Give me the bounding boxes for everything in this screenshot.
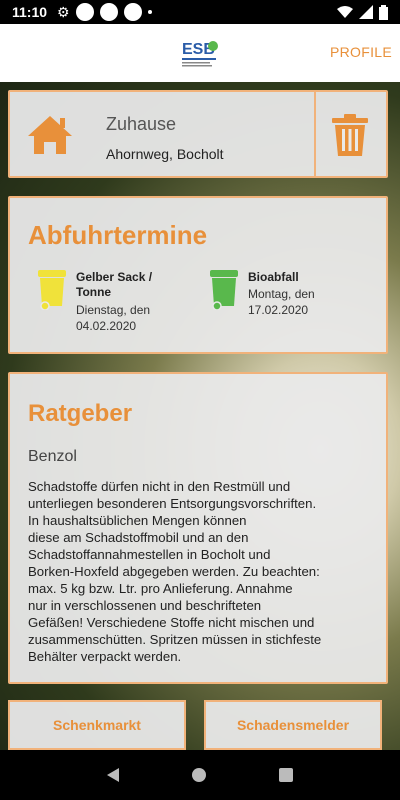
navigation-bar	[0, 750, 400, 800]
schadensmelder-button[interactable]: Schadensmelder	[204, 700, 382, 750]
address-street: Ahornweg, Bocholt	[106, 146, 224, 162]
green-bin-icon	[210, 270, 238, 310]
schenkmarkt-button[interactable]: Schenkmarkt	[8, 700, 186, 750]
signal-icon	[359, 5, 373, 19]
app-bar: ESB PROFILE	[0, 24, 400, 82]
status-bar: 11:10 ⚙	[0, 0, 400, 24]
home-nav-icon[interactable]	[191, 768, 206, 782]
settings-icon: ⚙	[57, 3, 70, 20]
esb-logo: ESB	[180, 36, 220, 70]
pickup-title: Abfuhrtermine	[28, 220, 208, 250]
notification-icon	[123, 3, 142, 21]
advice-text: Schadstoffe dürfen nicht in den Restmüll…	[28, 479, 322, 664]
status-time: 11:10	[12, 4, 48, 20]
divider	[314, 92, 316, 176]
trash-icon[interactable]	[330, 114, 370, 156]
wifi-icon	[337, 6, 353, 18]
advice-title: Ratgeber	[28, 400, 133, 427]
pickup-item-name: Bioabfall	[248, 270, 299, 284]
home-icon	[28, 116, 72, 154]
more-notifications-icon	[147, 10, 152, 14]
address-name: Zuhause	[106, 114, 177, 134]
pickup-item-name: Gelber Sack / Tonne	[76, 270, 153, 299]
profile-button[interactable]: PROFILE	[330, 44, 392, 60]
notification-icon	[99, 3, 118, 21]
advice-card: Ratgeber Benzol Schadstoffe dürfen nicht…	[8, 372, 388, 684]
recent-apps-icon[interactable]	[279, 768, 294, 782]
notification-icons: ⚙	[57, 3, 152, 21]
battery-icon	[379, 4, 388, 20]
pickup-item-date: Dienstag, den 04.02.2020	[76, 303, 151, 333]
advice-subtitle: Benzol	[28, 448, 77, 465]
address-card[interactable]: Zuhause Ahornweg, Bocholt	[8, 90, 388, 178]
notification-icon	[75, 3, 94, 21]
yellow-bin-icon	[38, 270, 66, 310]
back-icon[interactable]	[106, 768, 119, 782]
pickup-item-date: Montag, den 17.02.2020	[248, 287, 315, 317]
